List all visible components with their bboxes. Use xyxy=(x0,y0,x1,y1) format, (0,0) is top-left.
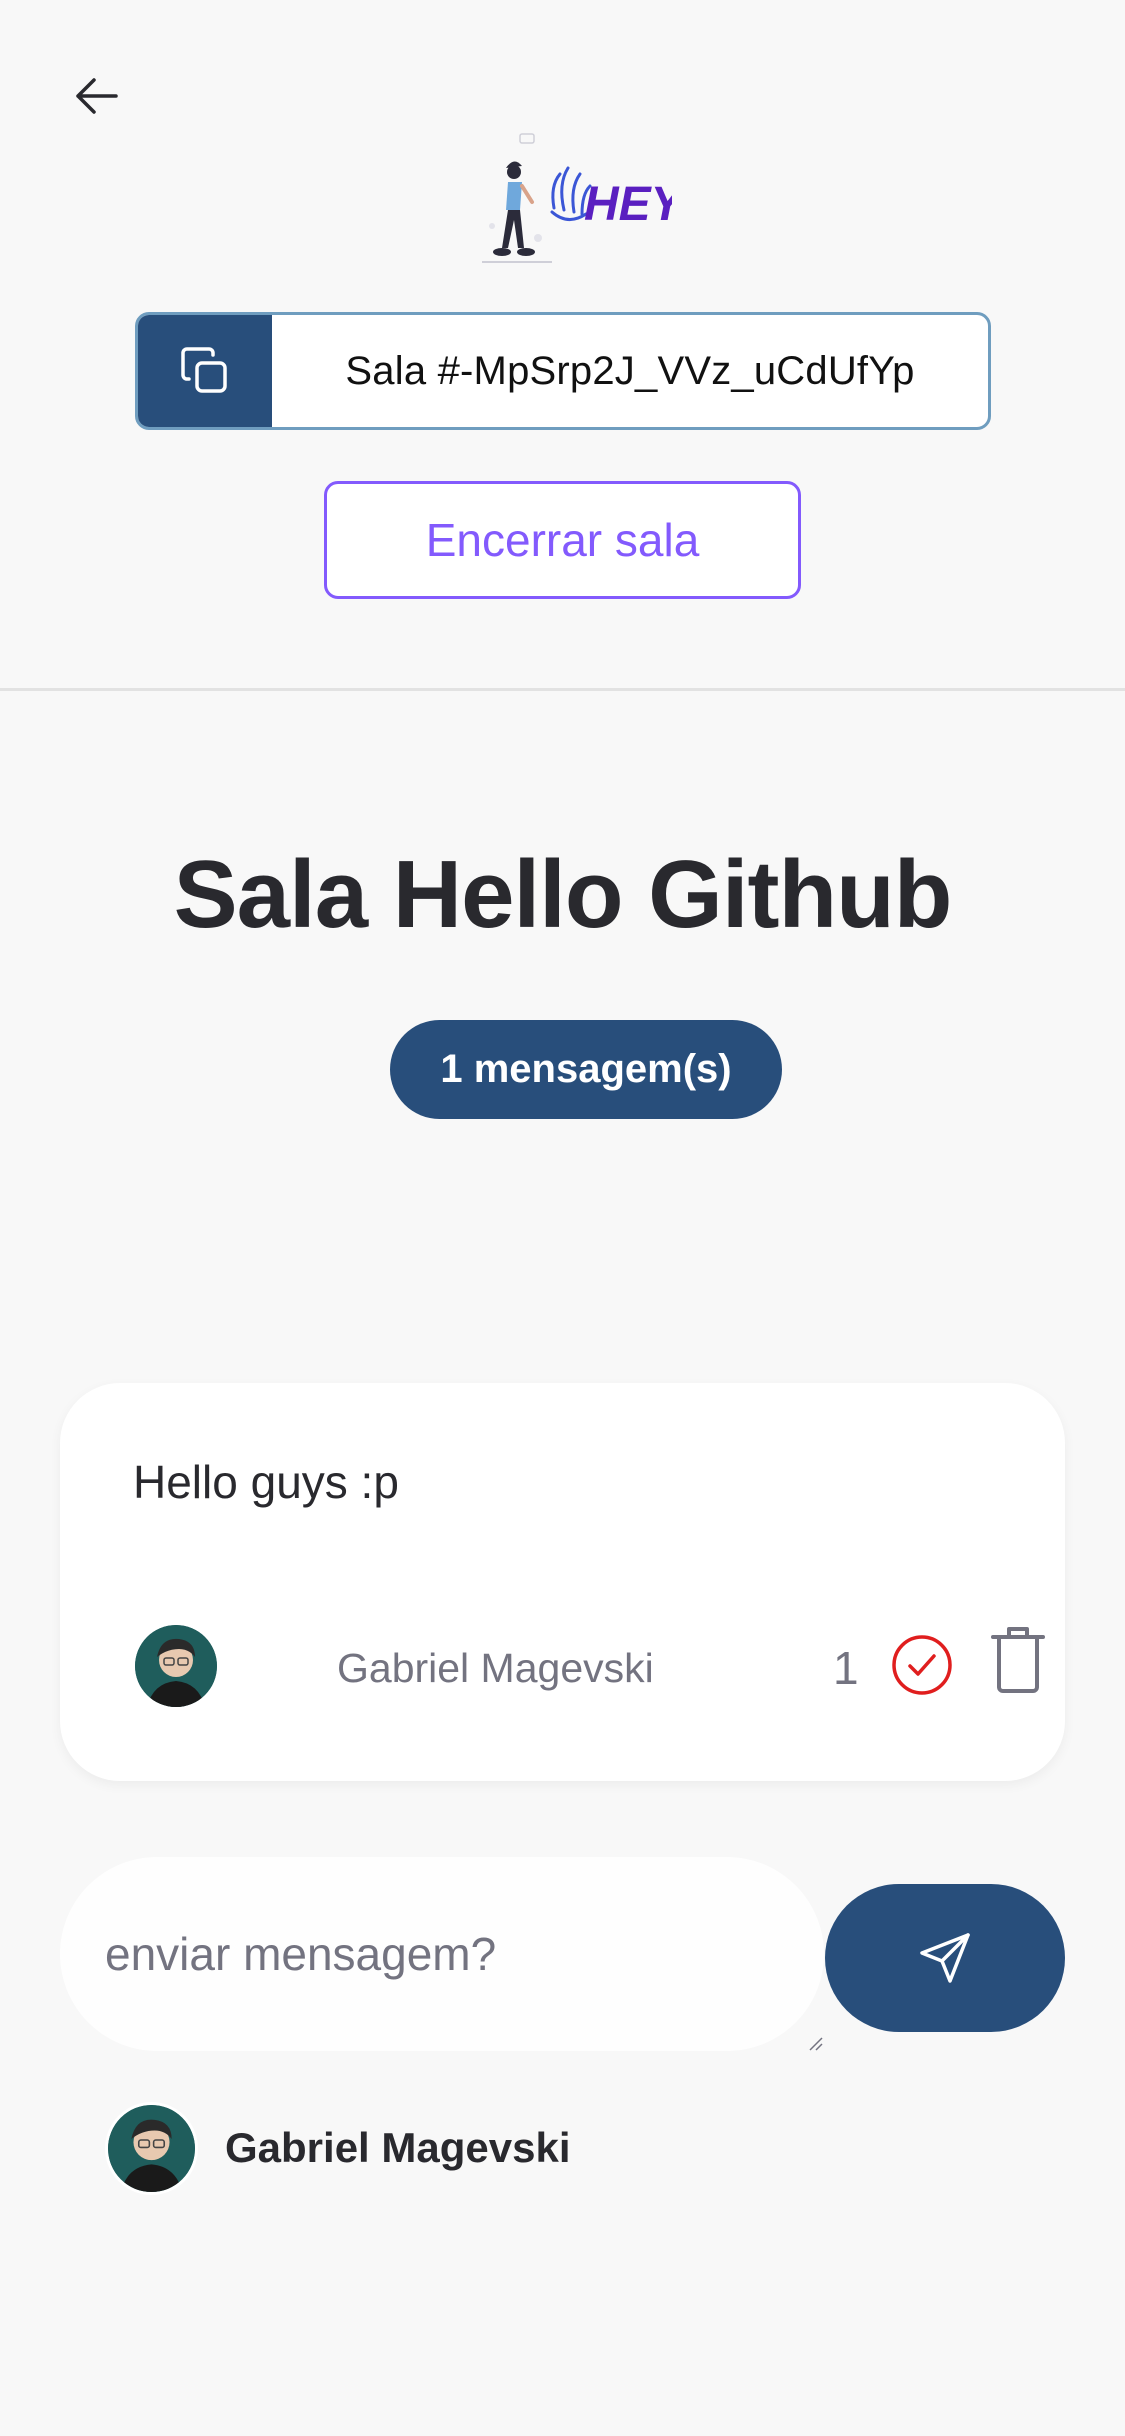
user-avatar xyxy=(105,2102,198,2195)
room-code-button[interactable]: Sala #-MpSrp2J_VVz_uCdUfYp xyxy=(135,312,991,430)
message-input-placeholder: enviar mensagem? xyxy=(105,1928,497,1980)
author-name: Gabriel Magevski xyxy=(337,1645,654,1691)
trash-icon xyxy=(991,1627,1045,1693)
user-name: Gabriel Magevski xyxy=(225,2124,571,2171)
walking-person-illustration xyxy=(482,133,552,263)
send-button[interactable] xyxy=(825,1884,1065,2032)
delete-question-button[interactable] xyxy=(985,1623,1051,1695)
copy-icon xyxy=(181,347,227,393)
room-code-label: Sala #-MpSrp2J_VVz_uCdUfYp xyxy=(345,348,915,393)
send-icon xyxy=(920,1933,970,1983)
back-button[interactable] xyxy=(70,70,122,122)
room-title: Sala Hello Github xyxy=(173,841,953,948)
copy-button[interactable] xyxy=(138,315,272,427)
resize-grip-icon[interactable] xyxy=(808,2036,824,2052)
hey-logo-text: HEY xyxy=(584,178,672,231)
question-text: Hello guys :p xyxy=(133,1456,399,1508)
question-card: Hello guys :p Gabriel Magevski 1 xyxy=(60,1383,1065,1781)
message-input[interactable]: enviar mensagem? xyxy=(60,1857,824,2051)
question-footer: Gabriel Magevski 1 xyxy=(133,1623,1045,1713)
page-header: HEY Sala #-MpSrp2J_VVz_uCdUfYp Encerrar … xyxy=(0,0,1125,691)
message-count-badge: 1 mensagem(s) xyxy=(390,1020,782,1119)
end-room-button[interactable]: Encerrar sala xyxy=(324,481,801,599)
like-count: 1 xyxy=(833,1642,859,1694)
check-circle-icon xyxy=(892,1635,952,1695)
arrow-left-icon xyxy=(76,78,118,114)
author-avatar xyxy=(135,1625,217,1707)
hey-logo: HEY xyxy=(462,128,687,270)
mark-answered-button[interactable] xyxy=(890,1633,954,1697)
